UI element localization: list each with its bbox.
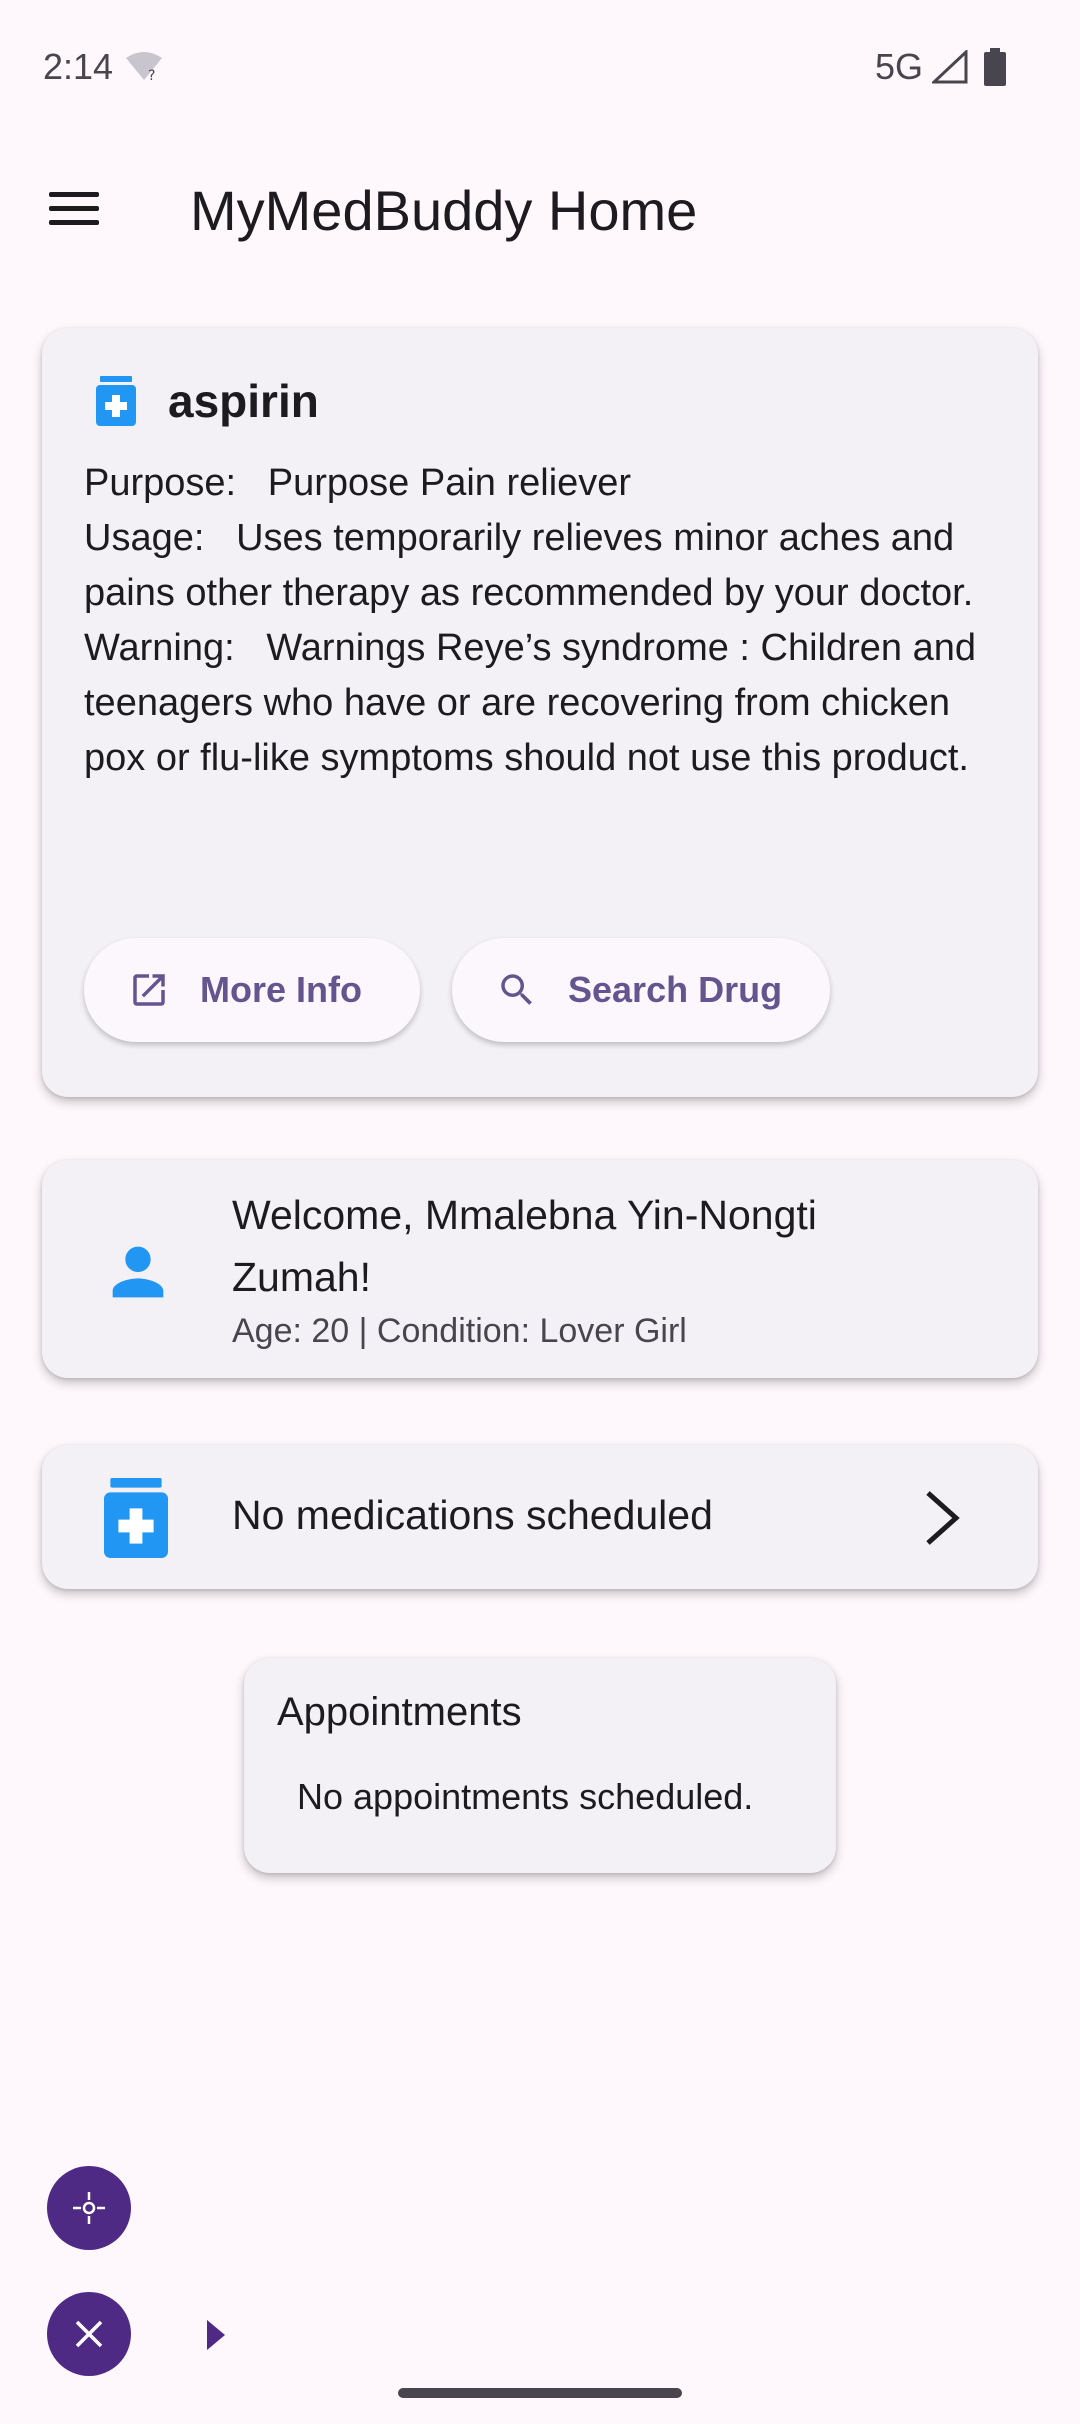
crosshair-button[interactable]: [47, 2166, 131, 2250]
appointments-status: No appointments scheduled.: [297, 1776, 754, 1817]
drug-actions: More Info Search Drug: [84, 938, 830, 1042]
chevron-right-icon: [926, 1491, 960, 1545]
usage-label: Usage:: [84, 517, 205, 559]
medications-card[interactable]: No medications scheduled: [42, 1445, 1038, 1589]
user-details: Age: 20 | Condition: Lover Girl: [232, 1312, 687, 1350]
warning-row: Warning: Warnings Reye’s syndrome : Chil…: [84, 621, 1014, 786]
appointments-card: Appointments No appointments scheduled.: [244, 1658, 836, 1873]
search-drug-label: Search Drug: [568, 969, 783, 1010]
welcome-card: Welcome, Mmalebna Yin-Nongti Zumah! Age:…: [42, 1160, 1038, 1378]
welcome-greeting: Welcome, Mmalebna Yin-Nongti Zumah!: [232, 1192, 817, 1300]
close-icon: [75, 2320, 103, 2348]
open-in-new-icon: [133, 974, 165, 1006]
warning-label: Warning:: [84, 627, 235, 669]
appointments-title: Appointments: [277, 1690, 522, 1734]
home-screen: 2:14 ? 5G MyMedBuddy Home aspirin Purpos…: [0, 0, 1080, 2424]
usage-value: Uses temporarily relieves minor aches an…: [84, 517, 974, 614]
usage-row: Usage: Uses temporarily relieves minor a…: [84, 511, 1014, 621]
drug-name: aspirin: [168, 375, 319, 427]
search-drug-button[interactable]: Search Drug: [452, 938, 830, 1042]
drug-info-card: aspirin Purpose: Purpose Pain reliever U…: [42, 328, 1038, 1097]
medication-icon: [104, 1478, 168, 1558]
more-info-label: More Info: [200, 969, 362, 1010]
purpose-value: Purpose Pain reliever: [267, 462, 632, 504]
purpose-label: Purpose:: [84, 462, 237, 504]
medication-icon: [96, 376, 136, 426]
status-time: 2:14: [43, 46, 114, 87]
person-icon: [112, 1246, 164, 1298]
purpose-row: Purpose: Purpose Pain reliever: [84, 456, 1014, 511]
svg-text:?: ?: [148, 68, 155, 82]
search-icon: [501, 974, 532, 1005]
page-title: MyMedBuddy Home: [190, 179, 698, 242]
medications-status: No medications scheduled: [232, 1492, 713, 1538]
home-indicator[interactable]: [398, 2388, 682, 2398]
wifi-icon: ?: [126, 52, 162, 82]
network-label: 5G: [875, 46, 924, 87]
menu-icon[interactable]: [49, 192, 99, 226]
signal-icon: [932, 50, 968, 84]
battery-icon: [984, 48, 1006, 86]
status-bar: 2:14 ? 5G: [0, 0, 1080, 134]
more-info-button[interactable]: More Info: [84, 938, 420, 1042]
play-icon[interactable]: [205, 2318, 227, 2352]
crosshair-icon: [73, 2192, 105, 2224]
drug-details: Purpose: Purpose Pain reliever Usage: Us…: [84, 456, 1014, 786]
close-button[interactable]: [47, 2292, 131, 2376]
